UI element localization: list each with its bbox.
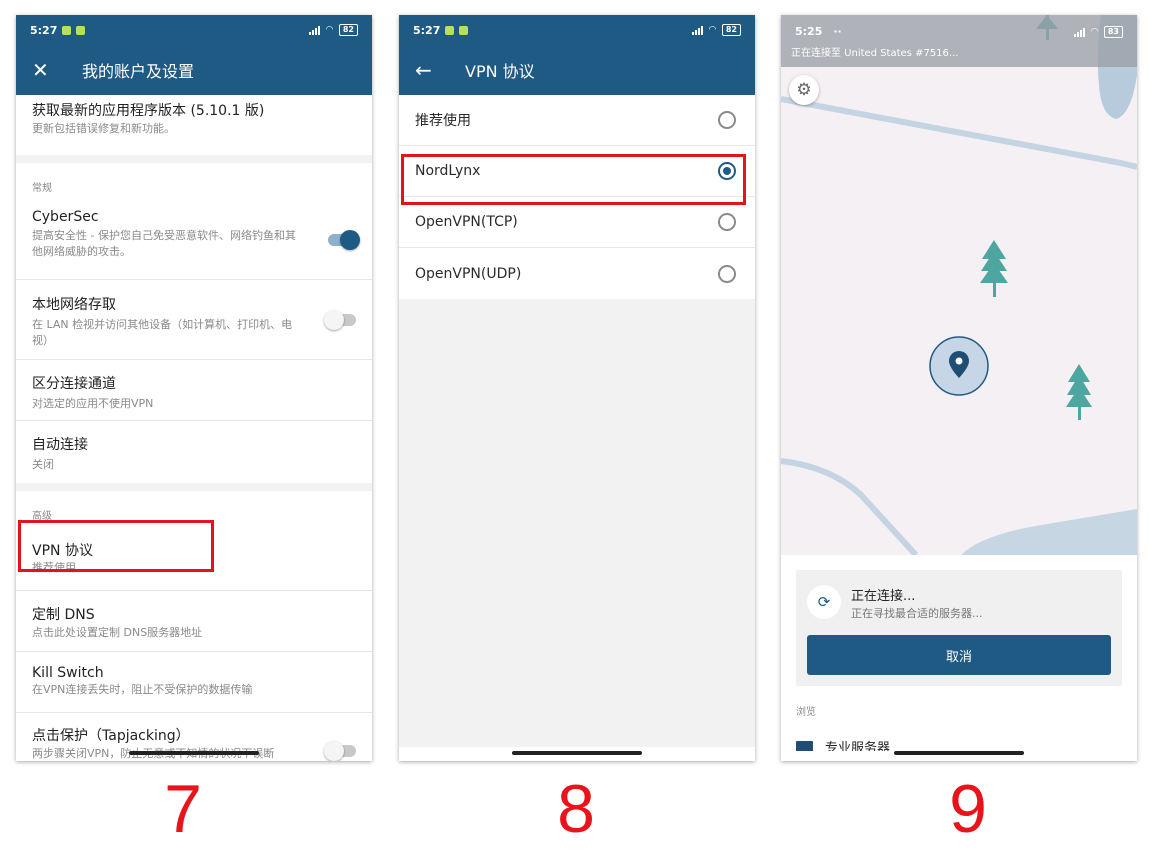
update-subtitle: 更新包括错误修复和新功能。 [32, 122, 175, 135]
status-time: 5:27 [30, 23, 58, 37]
status-bar: 5:27 ◠ 82 [399, 15, 755, 45]
refresh-icon: ⟳ [807, 585, 841, 619]
option-label: OpenVPN(UDP) [415, 265, 522, 282]
home-indicator [129, 751, 259, 755]
setting-subtitle: 在VPN连接丢失时，阻止不受保护的数据传输 [32, 683, 253, 696]
browse-label: 浏览 [796, 707, 816, 718]
setting-cybersec[interactable]: CyberSec 提高安全性 - 保护您自己免受恶意软件、网络钓鱼和其他网络威胁… [16, 202, 372, 280]
setting-auto-connect[interactable]: 自动连接 关闭 [16, 421, 372, 483]
protocol-option[interactable]: 推荐使用 [399, 95, 755, 146]
connecting-banner: 正在连接至 United States #7516... [791, 48, 959, 59]
wifi-icon: ◠ [1090, 26, 1098, 37]
protocol-option[interactable]: OpenVPN(UDP) [399, 248, 755, 299]
map-view [781, 15, 1137, 555]
close-icon[interactable]: ✕ [32, 60, 54, 80]
map-connecting-screen: 5:25 ·· ◠ 83 正在连接至 United States #7516..… [781, 15, 1137, 761]
app-bar: ← VPN 协议 [399, 45, 755, 95]
bottom-sheet: ⟳ 正在连接... 正在寻找最合适的服务器... 取消 浏览 专业服务器 [781, 555, 1137, 761]
signal-icon [691, 25, 703, 35]
cancel-button[interactable]: 取消 [807, 635, 1111, 675]
section-header-general: 常规 [32, 183, 52, 194]
option-label: 推荐使用 [415, 113, 471, 129]
setting-custom-dns[interactable]: 定制 DNS 点击此处设置定制 DNS服务器地址 [16, 591, 372, 652]
home-indicator [512, 751, 642, 755]
setting-subtitle: 在 LAN 检视并访问其他设备（如计算机、打印机、电视） [32, 318, 293, 347]
radio-button[interactable] [718, 111, 736, 129]
cybersec-toggle[interactable] [328, 230, 360, 250]
tapjacking-toggle[interactable] [324, 741, 356, 761]
more-notifications-icon: ·· [833, 25, 842, 38]
setting-subtitle: 对选定的应用不使用VPN [32, 397, 154, 410]
highlight-box [401, 154, 746, 205]
update-item[interactable]: 获取最新的应用程序版本 (5.10.1 版) 更新包括错误修复和新功能。 [16, 95, 372, 155]
card-subtitle: 正在寻找最合适的服务器... [851, 607, 983, 620]
card-title: 正在连接... [851, 589, 916, 604]
notification-icon [445, 25, 455, 35]
notification-icon [76, 25, 86, 35]
radio-button[interactable] [718, 213, 736, 231]
section-divider [16, 155, 372, 163]
setting-subtitle: 关闭 [32, 458, 54, 471]
notification-icon [822, 28, 829, 35]
setting-title: 自动连接 [32, 437, 88, 453]
setting-split-tunneling[interactable]: 区分连接通道 对选定的应用不使用VPN [16, 360, 372, 421]
home-indicator [894, 751, 1024, 755]
vpn-protocol-screen: 5:27 ◠ 82 ← VPN 协议 推荐使用 NordLynx OpenVPN… [399, 15, 755, 761]
setting-title: Kill Switch [32, 665, 104, 681]
app-bar: ✕ 我的账户及设置 [16, 45, 372, 95]
section-divider [16, 483, 372, 491]
back-arrow-icon[interactable]: ← [415, 60, 437, 80]
page-title: 我的账户及设置 [82, 62, 195, 81]
setting-local-network[interactable]: 本地网络存取 在 LAN 检视并访问其他设备（如计算机、打印机、电视） [16, 280, 372, 360]
signal-icon [1073, 27, 1085, 37]
status-bar: 5:27 ◠ 82 [16, 15, 372, 45]
local-network-toggle[interactable] [324, 310, 356, 330]
option-label: OpenVPN(TCP) [415, 214, 518, 230]
setting-title: 点击保护（Tapjacking） [32, 728, 190, 744]
page-title: VPN 协议 [465, 62, 535, 81]
step-number: 8 [557, 771, 595, 847]
setting-kill-switch[interactable]: Kill Switch 在VPN连接丢失时，阻止不受保护的数据传输 [16, 652, 372, 713]
step-number: 7 [164, 771, 202, 847]
battery-icon: 83 [1103, 25, 1123, 38]
setting-subtitle: 点击此处设置定制 DNS服务器地址 [32, 626, 203, 639]
battery-icon: 82 [338, 24, 358, 36]
settings-screen: 5:27 ◠ 82 ✕ 我的账户及设置 获取最新的应用程序版本 (5.10.1 … [16, 15, 372, 761]
step-number: 9 [949, 771, 987, 847]
notification-icon [459, 25, 469, 35]
list-item[interactable]: 专业服务器 [796, 735, 890, 751]
setting-title: 区分连接通道 [32, 376, 116, 392]
list-item-label: 专业服务器 [825, 741, 891, 751]
gear-icon[interactable]: ⚙ [789, 75, 819, 105]
notification-icon [62, 25, 72, 35]
setting-title: 定制 DNS [32, 607, 95, 623]
signal-icon [308, 25, 320, 35]
connecting-status-bar: 5:25 ·· ◠ 83 正在连接至 United States #7516..… [781, 15, 1137, 67]
radio-button[interactable] [718, 264, 736, 283]
highlight-box [18, 520, 214, 572]
setting-subtitle: 提高安全性 - 保护您自己免受恶意软件、网络钓鱼和其他网络威胁的攻击。 [32, 229, 296, 258]
status-time: 5:25 [795, 25, 823, 38]
wifi-icon: ◠ [708, 25, 716, 35]
connecting-card: ⟳ 正在连接... 正在寻找最合适的服务器... 取消 [796, 570, 1122, 686]
battery-icon: 82 [721, 24, 741, 36]
status-time: 5:27 [413, 23, 441, 37]
setting-title: 本地网络存取 [32, 297, 116, 313]
setting-title: CyberSec [32, 209, 99, 225]
folder-icon [796, 741, 813, 751]
update-title: 获取最新的应用程序版本 (5.10.1 版) [32, 103, 265, 119]
wifi-icon: ◠ [325, 25, 333, 35]
